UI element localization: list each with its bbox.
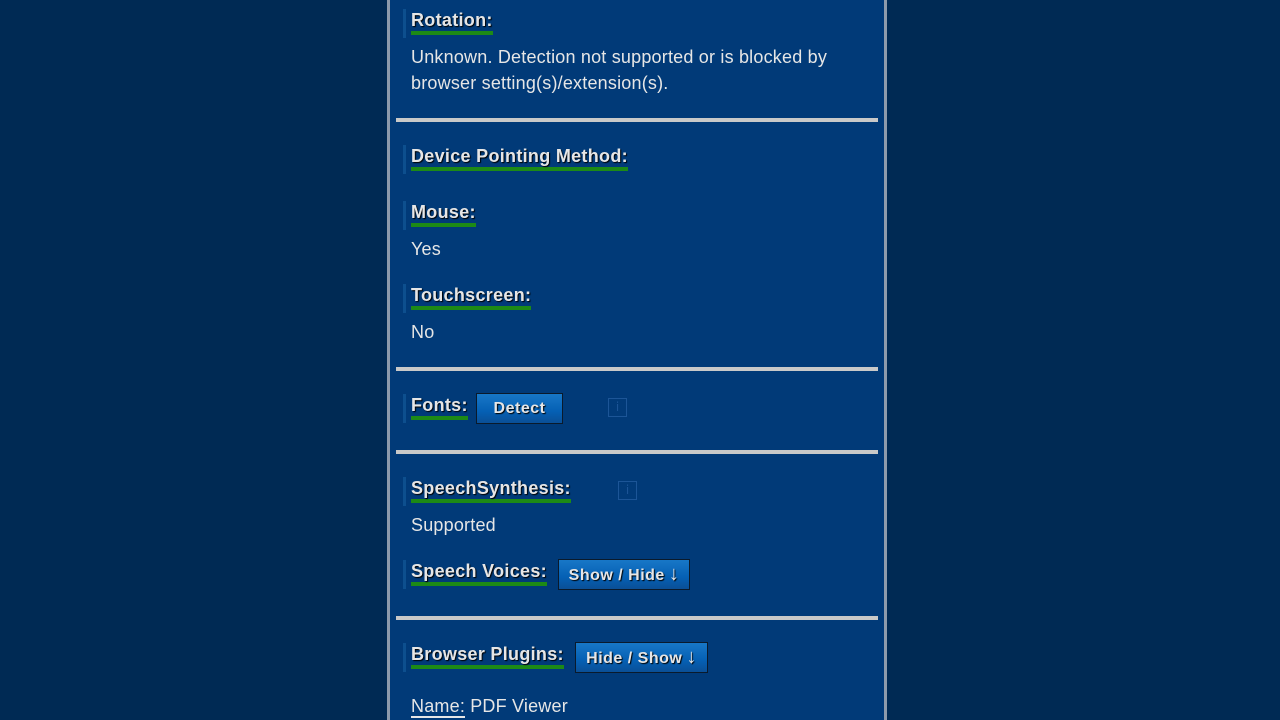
section-divider <box>396 450 878 454</box>
fonts-label-text: Fonts: <box>411 394 468 420</box>
speech-voices-label-text: Speech Voices: <box>411 560 547 586</box>
section-divider <box>396 118 878 122</box>
touchscreen-label-text: Touchscreen: <box>411 284 532 310</box>
section-divider <box>396 367 878 371</box>
pointing-label-text: Device Pointing Method: <box>411 145 628 171</box>
info-panel: Rotation: Unknown. Detection not support… <box>387 0 887 720</box>
mouse-label: Mouse: <box>403 201 476 230</box>
touchscreen-value: No <box>411 322 435 342</box>
rotation-label: Rotation: <box>403 9 493 38</box>
arrow-down-icon: ↓ <box>668 563 680 585</box>
browser-plugins-label-text: Browser Plugins: <box>411 643 564 669</box>
plugin-entry: Name: PDF Viewer <box>411 693 568 719</box>
speech-info-icon[interactable]: i <box>618 481 637 500</box>
speech-synthesis-label: SpeechSynthesis: <box>403 477 571 506</box>
plugins-toggle-button[interactable]: Hide / Show ↓ <box>575 642 708 673</box>
speech-synthesis-value: Supported <box>411 515 496 535</box>
plugins-button-label: Hide / Show <box>586 650 683 667</box>
section-divider <box>396 616 878 620</box>
fonts-label: Fonts: <box>403 394 468 423</box>
plugin-name-value: PDF Viewer <box>470 696 568 716</box>
rotation-label-text: Rotation: <box>411 9 493 35</box>
fonts-info-icon[interactable]: i <box>608 398 627 417</box>
arrow-down-icon: ↓ <box>686 646 697 668</box>
touchscreen-label: Touchscreen: <box>403 284 532 313</box>
rotation-value: Unknown. Detection not supported or is b… <box>411 47 828 93</box>
pointing-label: Device Pointing Method: <box>403 145 628 174</box>
plugin-name-label: Name: <box>411 696 466 718</box>
speech-voices-label: Speech Voices: <box>403 560 547 589</box>
speech-voices-button-label: Show / Hide <box>568 567 665 584</box>
speech-voices-toggle-button[interactable]: Show / Hide ↓ <box>558 559 690 590</box>
detect-fonts-button[interactable]: Detect <box>476 393 563 424</box>
speech-synthesis-label-text: SpeechSynthesis: <box>411 477 571 503</box>
mouse-label-text: Mouse: <box>411 201 476 227</box>
browser-plugins-label: Browser Plugins: <box>403 643 564 672</box>
mouse-value: Yes <box>411 239 441 259</box>
